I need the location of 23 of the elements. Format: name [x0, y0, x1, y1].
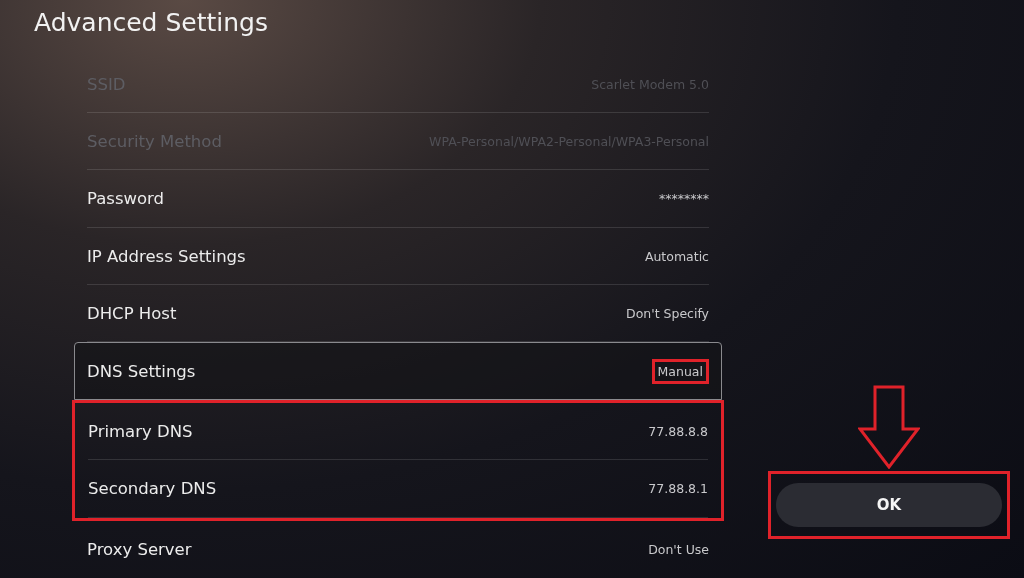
setting-label: IP Address Settings: [87, 246, 246, 266]
setting-row[interactable]: DHCP Host Don't Specify: [74, 285, 722, 343]
page-title: Advanced Settings: [34, 8, 269, 39]
setting-value: 77.88.8.1: [648, 481, 708, 497]
setting-value: Don't Specify: [626, 306, 709, 322]
setting-row[interactable]: Secondary DNS 77.88.8.1: [75, 460, 721, 518]
setting-row[interactable]: Primary DNS 77.88.8.8: [75, 402, 721, 461]
setting-value: 77.88.8.8: [648, 424, 708, 439]
setting-label: DHCP Host: [87, 304, 177, 324]
setting-row[interactable]: Proxy Server Don't Use: [74, 520, 722, 578]
setting-label: Primary DNS: [88, 422, 193, 441]
focused-setting-row[interactable]: DNS Settings Manual: [74, 342, 722, 400]
setting-row[interactable]: IP Address Settings Automatic: [74, 227, 722, 286]
setting-value: Automatic: [644, 248, 709, 264]
setting-label: DNS Settings: [87, 361, 196, 381]
setting-row[interactable]: Password ********: [74, 170, 722, 228]
ok-button[interactable]: OK: [776, 483, 1002, 528]
setting-value: Don't Use: [648, 541, 709, 557]
setting-label: Proxy Server: [87, 539, 192, 559]
setting-label: Password: [87, 189, 165, 209]
setting-value: Manual: [651, 358, 709, 384]
setting-value: ********: [659, 191, 709, 207]
setting-label: Secondary DNS: [88, 479, 217, 499]
